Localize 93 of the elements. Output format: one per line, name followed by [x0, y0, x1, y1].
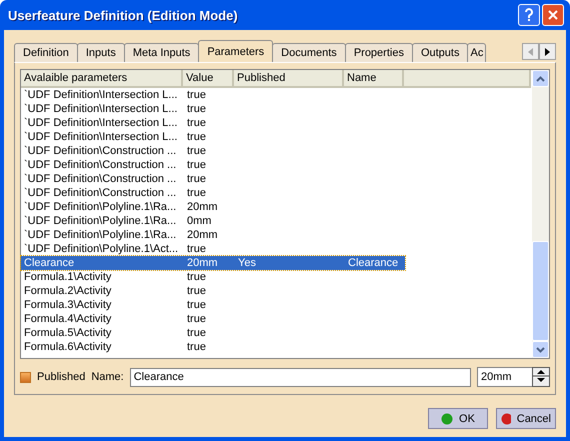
- table-row[interactable]: `UDF Definition\Intersection L... true: [21, 102, 405, 116]
- ball-icon: [441, 412, 454, 424]
- value-cell-text: true: [186, 312, 207, 326]
- value-cell-text: 20mm: [186, 200, 219, 214]
- close-button[interactable]: [542, 4, 564, 26]
- value-cell-text: true: [186, 284, 207, 298]
- tab[interactable]: Meta Inputs: [124, 43, 200, 62]
- parameter-cell-text: Formula.1\Activity: [23, 270, 112, 284]
- value-cell-text: true: [186, 102, 207, 116]
- name-label: Name:: [91, 371, 124, 383]
- vertical-scrollbar[interactable]: [532, 70, 549, 358]
- tab[interactable]: Inputs: [76, 43, 125, 62]
- table-row[interactable]: `UDF Definition\Construction ... true: [21, 144, 405, 158]
- value-cell-text: true: [186, 144, 207, 158]
- parameter-cell-text: Formula.6\Activity: [23, 340, 112, 354]
- up-chevron-icon: [536, 76, 545, 82]
- table-row[interactable]: `UDF Definition\Intersection L... true: [21, 88, 405, 102]
- dialog-button[interactable]: OK: [428, 408, 488, 429]
- parameter-cell-text: `UDF Definition\Construction ...: [23, 144, 178, 158]
- table-row[interactable]: `UDF Definition\Polyline.1\Ra... 20mm: [21, 200, 405, 214]
- value-cell-text: true: [186, 326, 207, 340]
- published-checkbox[interactable]: [20, 372, 31, 382]
- value-cell-text: true: [186, 242, 207, 256]
- dialog-button[interactable]: Cancel: [496, 408, 556, 429]
- column-header[interactable]: Avalaible parameters: [21, 70, 183, 88]
- parameter-cell-text: `UDF Definition\Polyline.1\Ra...: [23, 214, 178, 228]
- scroll-thumb[interactable]: [532, 241, 549, 341]
- value-cell-text: true: [186, 130, 207, 144]
- table-row[interactable]: `UDF Definition\Polyline.1\Ra... 0mm: [21, 214, 405, 228]
- value-cell-text: 20mm: [186, 228, 219, 242]
- table-row[interactable]: `UDF Definition\Construction ... true: [21, 186, 405, 200]
- column-header[interactable]: Name: [344, 70, 404, 88]
- table-row[interactable]: `UDF Definition\Polyline.1\Ra... 20mm: [21, 228, 405, 242]
- value-input-field[interactable]: 20mm: [477, 367, 532, 387]
- left-triangle-icon: [528, 48, 533, 56]
- parameter-cell-text: Formula.2\Activity: [23, 284, 112, 298]
- column-header[interactable]: Published: [234, 70, 344, 88]
- table-row[interactable]: `UDF Definition\Construction ... true: [21, 172, 405, 186]
- parameter-cell-text: Formula.3\Activity: [23, 298, 112, 312]
- table-row[interactable]: Formula.5\Activity true: [21, 326, 405, 340]
- name-cell-text: Clearance: [347, 256, 400, 270]
- value-cell-text: true: [186, 298, 207, 312]
- value-cell-text: true: [186, 88, 207, 102]
- close-icon: [547, 9, 559, 21]
- table-row[interactable]: Formula.4\Activity true: [21, 312, 405, 326]
- table-row[interactable]: Formula.3\Activity true: [21, 298, 405, 312]
- column-header[interactable]: Value: [183, 70, 234, 88]
- window-title: Userfeature Definition (Edition Mode): [8, 8, 238, 22]
- parameter-cell-text: `UDF Definition\Construction ...: [23, 186, 178, 200]
- value-cell-text: true: [186, 116, 207, 130]
- parameter-cell-text: Formula.5\Activity: [23, 326, 112, 340]
- table-row[interactable]: `UDF Definition\Intersection L... true: [21, 130, 405, 144]
- tab[interactable]: Definition: [14, 43, 78, 62]
- tab[interactable]: Outputs: [412, 43, 468, 62]
- table-row[interactable]: Clearance 20mm Yes Clearance: [21, 256, 405, 270]
- parameter-cell-text: `UDF Definition\Polyline.1\Ra...: [23, 200, 178, 214]
- value-cell-text: true: [186, 158, 207, 172]
- parameter-cell-text: `UDF Definition\Intersection L...: [23, 130, 178, 144]
- parameter-cell-text: `UDF Definition\Intersection L...: [23, 102, 178, 116]
- help-button[interactable]: [518, 4, 540, 26]
- parameter-cell-text: `UDF Definition\Construction ...: [23, 172, 178, 186]
- tab[interactable]: Properties: [344, 43, 413, 62]
- tab[interactable]: Ac: [467, 43, 486, 62]
- table-row[interactable]: Formula.2\Activity true: [21, 284, 405, 298]
- question-mark-icon: [524, 8, 534, 22]
- right-triangle-icon: [545, 48, 550, 56]
- value-cell-text: true: [186, 340, 207, 354]
- parameter-cell-text: `UDF Definition\Polyline.1\Act...: [23, 242, 180, 256]
- published-label: Published: [37, 371, 86, 383]
- table-row[interactable]: Formula.1\Activity true: [21, 270, 405, 284]
- parameter-cell-text: `UDF Definition\Polyline.1\Ra...: [23, 228, 178, 242]
- tab[interactable]: Documents: [272, 43, 346, 62]
- parameter-cell-text: `UDF Definition\Construction ...: [23, 158, 178, 172]
- parameter-cell-text: Clearance: [23, 256, 76, 270]
- value-cell-text: true: [186, 186, 207, 200]
- parameter-cell-text: `UDF Definition\Intersection L...: [23, 116, 178, 130]
- value-cell-text: true: [186, 172, 207, 186]
- scroll-up-button[interactable]: [532, 70, 549, 87]
- scroll-down-button[interactable]: [532, 341, 549, 358]
- table-row[interactable]: `UDF Definition\Construction ... true: [21, 158, 405, 172]
- published-cell-text: Yes: [237, 256, 257, 270]
- table-row[interactable]: Formula.6\Activity true: [21, 340, 405, 354]
- down-chevron-icon: [536, 346, 545, 352]
- scroll-right-button[interactable]: [539, 43, 556, 60]
- table-row[interactable]: `UDF Definition\Polyline.1\Act... true: [21, 242, 405, 256]
- value-cell-text: true: [186, 270, 207, 284]
- spin-arrows-icon[interactable]: [532, 367, 550, 387]
- parameter-cell-text: Formula.4\Activity: [23, 312, 112, 326]
- parameter-cell-text: `UDF Definition\Intersection L...: [23, 88, 178, 102]
- value-cell-text: 20mm: [186, 256, 219, 270]
- value-cell-text: 0mm: [186, 214, 212, 228]
- table-row[interactable]: `UDF Definition\Intersection L... true: [21, 116, 405, 130]
- name-input-field[interactable]: Clearance: [130, 368, 471, 386]
